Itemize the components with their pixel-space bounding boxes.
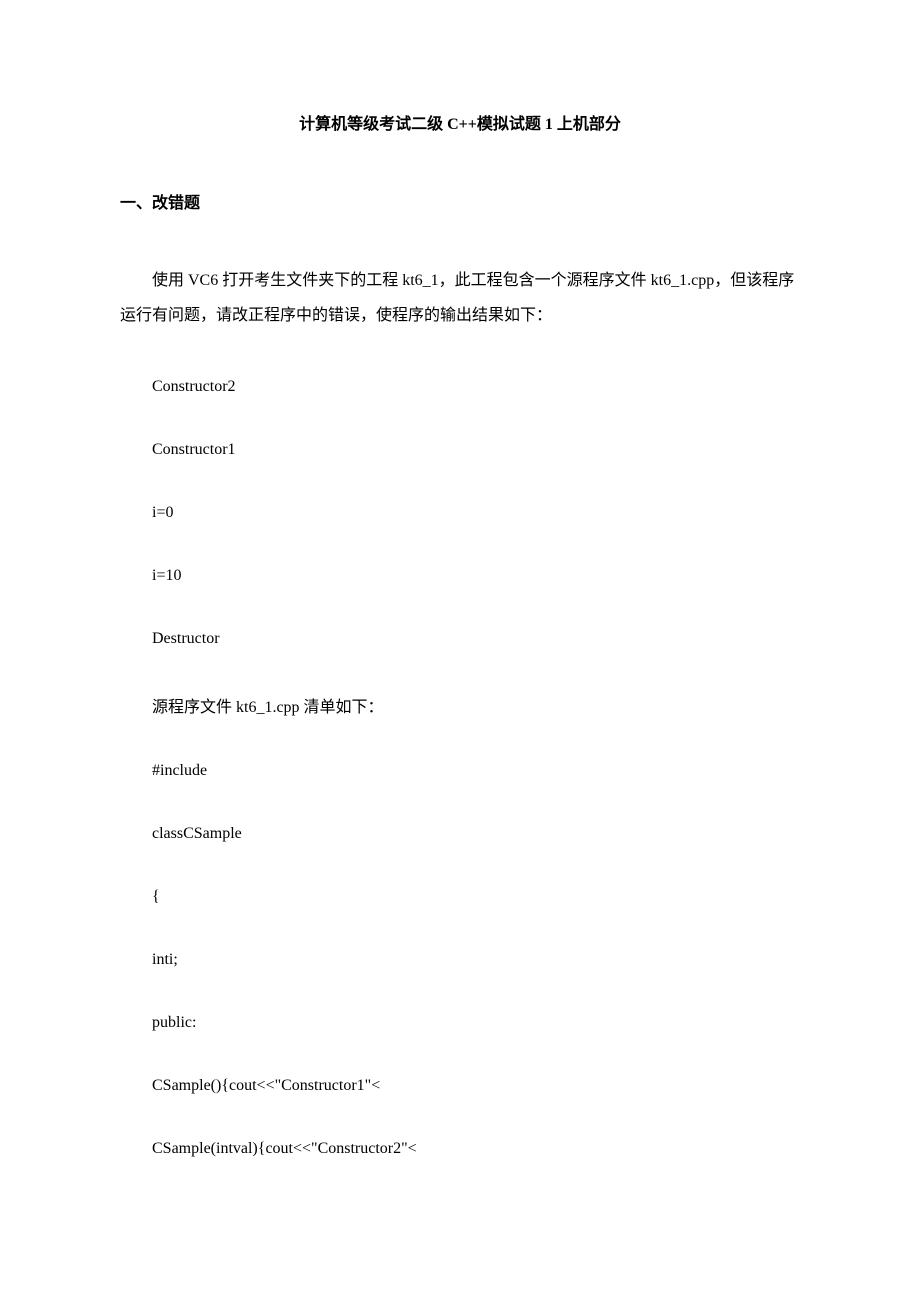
code-line: CSample(){cout<<"Constructor1"<	[120, 1077, 800, 1095]
output-line: Destructor	[120, 630, 800, 648]
code-line: classCSample	[120, 825, 800, 843]
section-header-1: 一、改错题	[120, 189, 800, 213]
intro-paragraph: 使用 VC6 打开考生文件夹下的工程 kt6_1，此工程包含一个源程序文件 kt…	[120, 263, 800, 333]
output-line: i=0	[120, 504, 800, 522]
source-file-label: 源程序文件 kt6_1.cpp 清单如下：	[120, 693, 800, 717]
output-line: i=10	[120, 567, 800, 585]
code-line: inti;	[120, 951, 800, 969]
code-line: #include	[120, 762, 800, 780]
output-line: Constructor2	[120, 378, 800, 396]
document-title: 计算机等级考试二级 C++模拟试题 1 上机部分	[120, 110, 800, 134]
code-line: {	[120, 888, 800, 906]
code-line: public:	[120, 1014, 800, 1032]
output-line: Constructor1	[120, 441, 800, 459]
code-line: CSample(intval){cout<<"Constructor2"<	[120, 1140, 800, 1158]
